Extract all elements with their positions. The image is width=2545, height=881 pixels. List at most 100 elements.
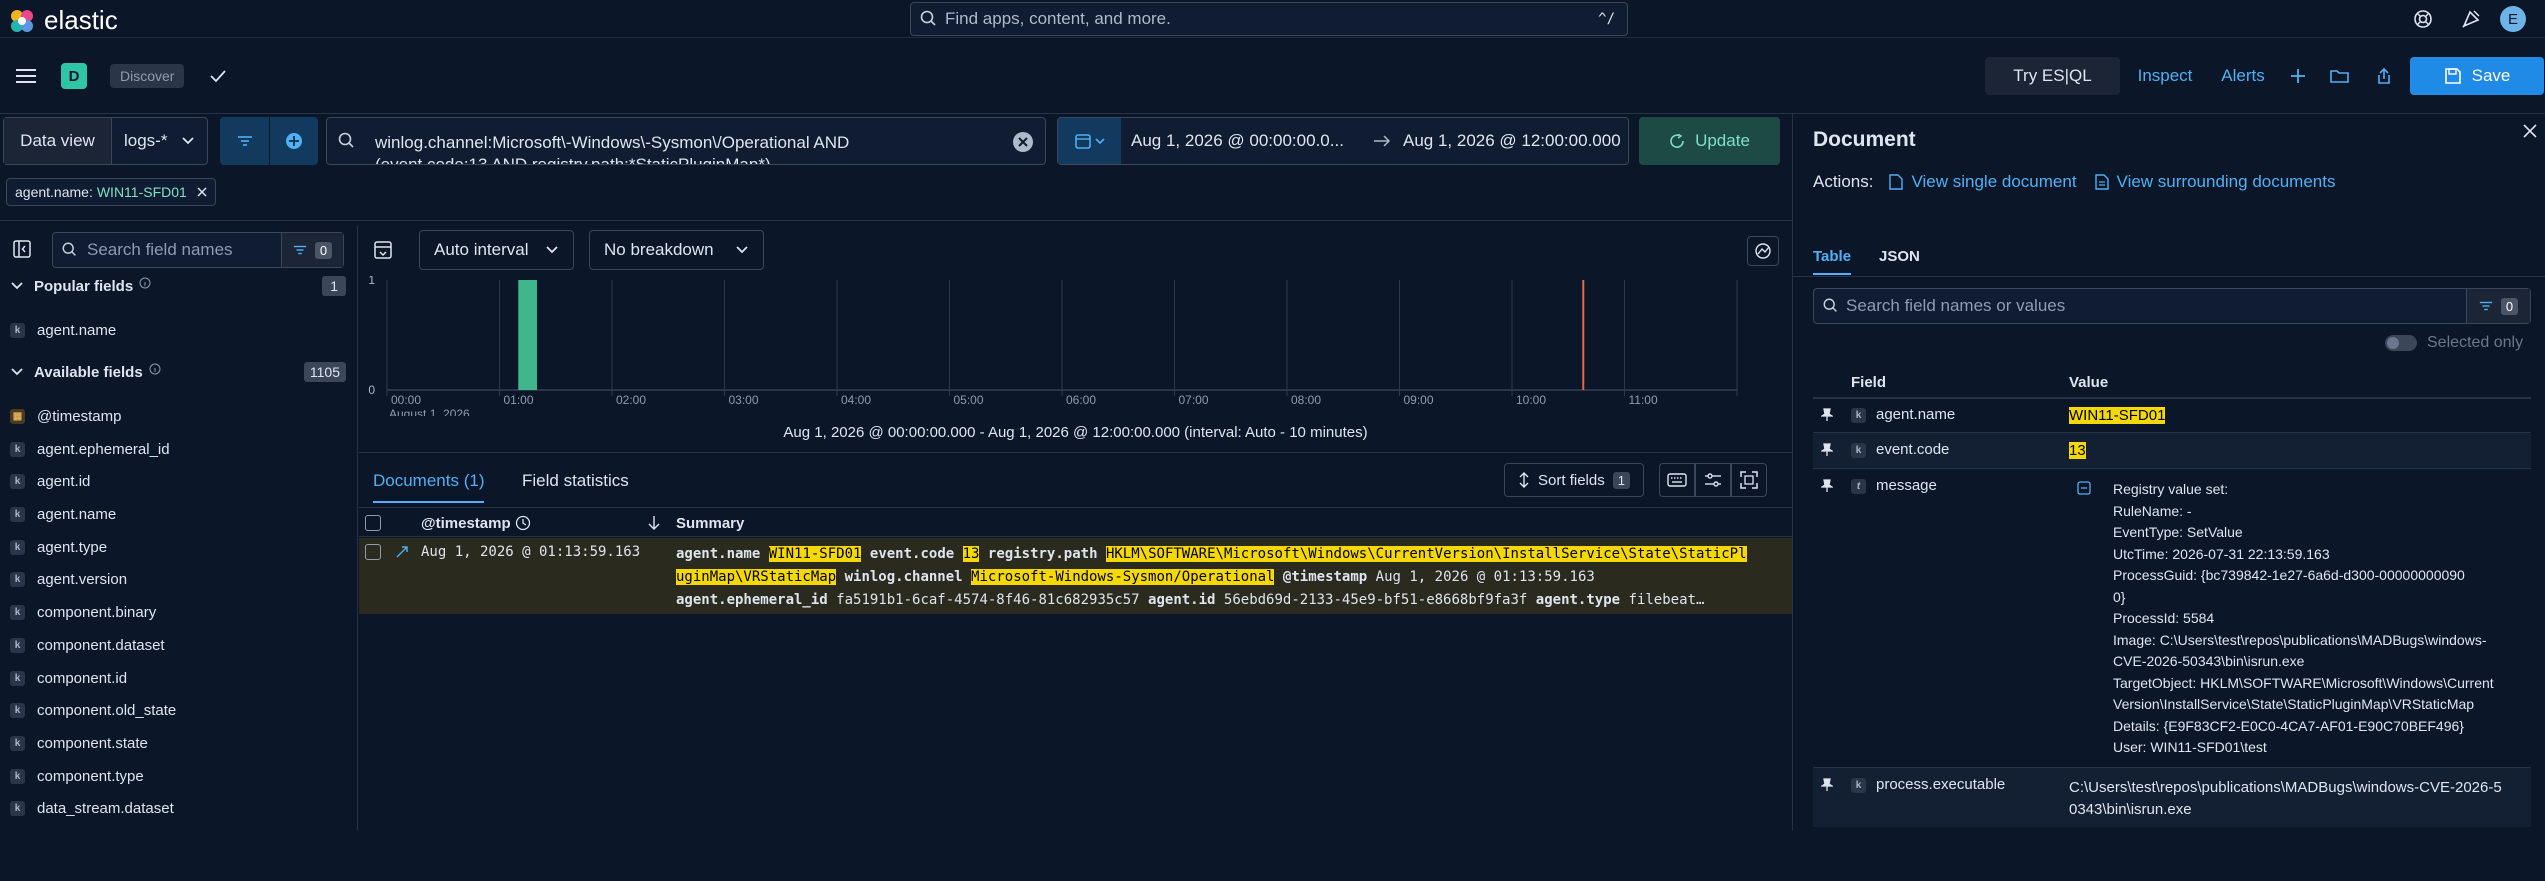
- available-field[interactable]: k component.old_state: [10, 699, 176, 721]
- clear-query-icon[interactable]: [1013, 132, 1033, 152]
- tab-field-statistics[interactable]: Field statistics: [522, 471, 629, 491]
- remove-filter-icon[interactable]: [197, 187, 207, 197]
- user-avatar[interactable]: E: [2500, 6, 2526, 32]
- news-feed-icon[interactable]: [2458, 6, 2484, 32]
- available-field[interactable]: k agent.type: [10, 536, 107, 558]
- row-checkbox[interactable]: [365, 544, 381, 560]
- available-field[interactable]: k component.type: [10, 765, 144, 787]
- breadcrumb-discover[interactable]: Discover: [110, 64, 185, 88]
- query-line-1: winlog.channel:Microsoft\-Windows\-Sysmo…: [375, 133, 850, 152]
- fullscreen-icon[interactable]: [1731, 463, 1767, 497]
- popular-field-agent-name[interactable]: k agent.name: [10, 319, 116, 341]
- available-field[interactable]: k agent.ephemeral_id: [10, 438, 170, 460]
- space-badge[interactable]: D: [61, 63, 87, 89]
- search-icon: [62, 242, 76, 256]
- data-view-label: Data view: [4, 118, 112, 164]
- filter-icon: [293, 245, 306, 255]
- column-timestamp[interactable]: @timestamp: [421, 515, 511, 532]
- help-icon[interactable]: [2410, 6, 2436, 32]
- available-field[interactable]: k data_stream.dataset: [10, 797, 174, 819]
- select-all-checkbox[interactable]: [365, 515, 381, 531]
- filter-pill[interactable]: agent.name: WIN11-SFD01: [6, 178, 216, 206]
- inspect-button[interactable]: Inspect: [2128, 57, 2202, 95]
- date-type-icon: ▦: [10, 408, 25, 424]
- update-button[interactable]: Update: [1639, 117, 1780, 165]
- breakdown-select[interactable]: No breakdown: [589, 230, 764, 270]
- sort-desc-icon[interactable]: [647, 515, 661, 531]
- field-search-input[interactable]: Search field names 0: [52, 232, 344, 268]
- save-button[interactable]: Save: [2410, 57, 2544, 95]
- available-field[interactable]: k agent.name: [10, 503, 116, 525]
- keyword-type-icon: k: [10, 670, 25, 686]
- global-search[interactable]: Find apps, content, and more. ^/: [910, 2, 1628, 36]
- elastic-logo[interactable]: elastic: [8, 5, 118, 36]
- date-end[interactable]: Aug 1, 2026 @ 12:00:00.000: [1403, 131, 1621, 151]
- data-view-picker[interactable]: Data view logs-*: [3, 117, 208, 165]
- open-folder-icon[interactable]: [2328, 64, 2352, 88]
- pin-icon[interactable]: [1821, 479, 1833, 493]
- doc-field-value: WIN11-SFD01: [2069, 407, 2166, 424]
- doc-filter-button[interactable]: 0: [2466, 289, 2530, 323]
- search-shortcut: ^/: [1598, 11, 1615, 27]
- menu-icon[interactable]: [14, 65, 40, 87]
- field-filter-button[interactable]: 0: [281, 233, 343, 267]
- calendar-icon[interactable]: [1058, 118, 1121, 164]
- histogram-chart[interactable]: 1 0 00:00 01:00 02:00 03:00 04:00 05:00 06:00 07:…: [359, 276, 1792, 416]
- summary-line-2: uginMap\VRStaticMap winlog.channel Micro…: [676, 569, 1595, 585]
- keyword-type-icon: k: [10, 702, 25, 718]
- popular-fields-title: Popular fields: [34, 277, 134, 295]
- toggle-chart-icon[interactable]: [371, 238, 395, 262]
- add-filter-icon[interactable]: [269, 117, 318, 165]
- available-field[interactable]: ▦ @timestamp: [10, 405, 121, 427]
- tab-table[interactable]: Table: [1813, 248, 1852, 275]
- doc-field-name: message: [1876, 477, 1937, 494]
- sort-fields-button[interactable]: Sort fields 1: [1504, 463, 1644, 497]
- pin-icon[interactable]: [1821, 443, 1833, 457]
- elastic-logo-icon: [11, 9, 33, 32]
- alerts-button[interactable]: Alerts: [2208, 57, 2278, 95]
- expand-row-icon[interactable]: [395, 545, 409, 559]
- pin-icon[interactable]: [1821, 778, 1833, 792]
- keyboard-icon[interactable]: [1659, 463, 1695, 497]
- doc-search-placeholder: Search field names or values: [1846, 296, 2066, 315]
- date-start[interactable]: Aug 1, 2026 @ 00:00:00.0...: [1131, 131, 1361, 151]
- check-icon[interactable]: [206, 64, 230, 88]
- column-summary[interactable]: Summary: [676, 515, 744, 532]
- collapse-icon[interactable]: [2077, 481, 2091, 495]
- query-input[interactable]: winlog.channel:Microsoft\-Windows\-Sysmo…: [326, 117, 1046, 165]
- doc-row-agent-name[interactable]: k agent.name WIN11-SFD01: [1813, 398, 2531, 432]
- data-view-value: logs-*: [124, 131, 168, 150]
- available-field[interactable]: k component.state: [10, 732, 148, 754]
- view-surrounding-link[interactable]: View surrounding documents: [2117, 172, 2336, 192]
- interval-label: Auto interval: [434, 240, 529, 259]
- available-fields-header[interactable]: Available fields 1105: [10, 360, 346, 384]
- view-single-link[interactable]: View single document: [1911, 172, 2076, 192]
- interval-select[interactable]: Auto interval: [419, 230, 574, 270]
- doc-row-process-executable[interactable]: k process.executable C:\Users\test\repos…: [1813, 767, 2531, 827]
- filter-icon[interactable]: [220, 117, 269, 165]
- try-esql-button[interactable]: Try ES|QL: [1985, 57, 2120, 95]
- close-icon[interactable]: [2523, 124, 2537, 138]
- available-field[interactable]: k agent.id: [10, 470, 90, 492]
- available-field[interactable]: k component.dataset: [10, 634, 165, 656]
- tab-json[interactable]: JSON: [1879, 248, 1920, 265]
- available-field[interactable]: k agent.version: [10, 568, 127, 590]
- popular-fields-header[interactable]: Popular fields 1: [10, 274, 346, 298]
- table-row[interactable]: Aug 1, 2026 @ 01:13:59.163 agent.name WI…: [359, 538, 1792, 614]
- doc-row-event-code[interactable]: k event.code 13: [1813, 432, 2531, 468]
- summary-line-3: agent.ephemeral_id fa5191b1-6caf-4574-8f…: [676, 592, 1705, 608]
- tab-documents[interactable]: Documents (1): [373, 471, 485, 503]
- add-icon[interactable]: [2286, 64, 2310, 88]
- available-field[interactable]: k component.binary: [10, 601, 156, 623]
- y-tick-label: 1: [368, 276, 375, 287]
- row-summary: agent.name WIN11-SFD01 event.code 13 reg…: [676, 543, 1786, 612]
- display-options-icon[interactable]: [1695, 463, 1731, 497]
- chart-options-icon[interactable]: [1747, 236, 1779, 266]
- share-icon[interactable]: [2372, 64, 2396, 88]
- doc-search-input[interactable]: Search field names or values 0: [1813, 288, 2531, 324]
- doc-field-value: 13: [2069, 442, 2086, 459]
- pin-icon[interactable]: [1821, 408, 1833, 422]
- available-field[interactable]: k component.id: [10, 667, 127, 689]
- selected-only-toggle[interactable]: Selected only: [2385, 334, 2523, 352]
- collapse-sidebar-icon[interactable]: [10, 237, 34, 261]
